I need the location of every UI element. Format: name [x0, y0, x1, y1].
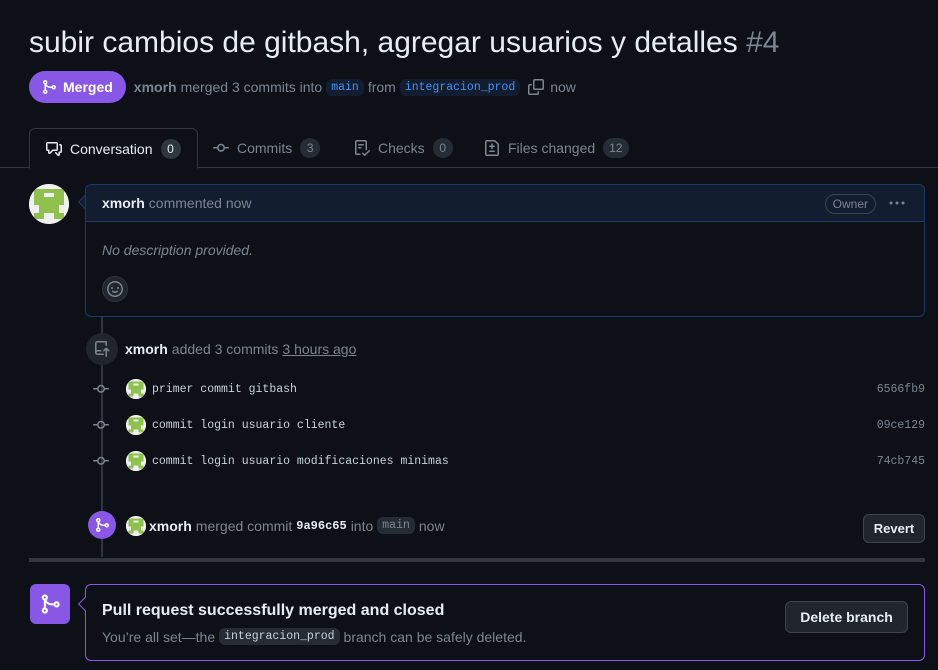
merge-summary-text: merged 3 commits into	[180, 79, 323, 95]
tab-checks-count: 0	[432, 138, 453, 158]
identicon-avatar	[126, 516, 146, 536]
avatar[interactable]	[126, 516, 146, 536]
merged-head-branch[interactable]: integracion_prod	[219, 628, 340, 645]
merged-sub-prefix: You’re all set—the	[102, 628, 216, 645]
git-commit-icon	[93, 456, 109, 465]
comment-discussion-icon	[46, 141, 62, 156]
commit-message-link[interactable]: primer commit gitbash	[152, 383, 297, 396]
tab-files-changed[interactable]: Files changed 12	[468, 128, 645, 168]
commit-sha-link[interactable]: 74cb745	[877, 455, 925, 468]
pr-meta: Merged xmorh merged 3 commits into main …	[29, 71, 576, 103]
delete-branch-button[interactable]: Delete branch	[785, 601, 908, 633]
merged-state-badge: Merged	[29, 71, 126, 103]
tab-conversation[interactable]: Conversation 0	[29, 128, 198, 169]
merge-summary: xmorh merged 3 commits into main from in…	[134, 78, 576, 96]
list-item: primer commit gitbash 6566fb9	[93, 377, 925, 401]
commit-message-link[interactable]: commit login usuario modificaciones mini…	[152, 455, 449, 468]
pr-title-text: subir cambios de gitbash, agregar usuari…	[29, 26, 738, 59]
comment-author[interactable]: xmorh	[102, 195, 145, 211]
commits-event-action: added 3 commits	[171, 341, 279, 357]
tab-conversation-count: 0	[160, 138, 181, 159]
commits-event-time[interactable]: 3 hours ago	[282, 341, 356, 357]
git-commit-icon	[213, 143, 229, 152]
merged-card-title: Pull request successfully merged and clo…	[102, 602, 445, 619]
commit-message-link[interactable]: commit login usuario cliente	[152, 419, 345, 432]
comment-box: xmorh commented now Owner No description…	[85, 184, 925, 317]
merged-card: Pull request successfully merged and clo…	[85, 584, 925, 661]
tab-files-changed-label: Files changed	[508, 140, 596, 156]
file-diff-icon	[485, 140, 499, 156]
avatar[interactable]	[126, 451, 146, 471]
git-commit-icon	[93, 384, 109, 393]
identicon-avatar	[29, 184, 69, 224]
merge-time: now	[550, 79, 576, 95]
smiley-icon	[107, 281, 123, 297]
repo-push-event-icon	[86, 333, 118, 365]
commits-event-author[interactable]: xmorh	[125, 341, 168, 357]
merge-event-icon	[88, 511, 116, 539]
comment-body: No description provided.	[102, 242, 253, 258]
comment-action: commented now	[148, 195, 252, 211]
commit-sha-link[interactable]: 6566fb9	[877, 383, 925, 396]
merge-target-branch[interactable]: main	[377, 517, 415, 534]
merge-event-author[interactable]: xmorh	[149, 518, 192, 534]
avatar[interactable]	[126, 379, 146, 399]
repo-push-icon	[95, 341, 110, 357]
comment-header: xmorh commented now	[86, 185, 924, 222]
tab-checks[interactable]: Checks 0	[338, 128, 469, 168]
add-reaction-button[interactable]	[102, 276, 128, 302]
merged-card-subtitle: You’re all set—the integracion_prod bran…	[102, 628, 526, 645]
author-link[interactable]: xmorh	[134, 79, 177, 95]
commits-added-event: xmorh added 3 commits 3 hours ago	[125, 341, 356, 357]
owner-badge: Owner	[824, 194, 876, 214]
tab-commits[interactable]: Commits 3	[197, 128, 336, 168]
identicon-avatar	[126, 415, 146, 435]
pr-number: #4	[746, 26, 780, 59]
tab-commits-label: Commits	[237, 140, 293, 156]
git-merge-icon	[43, 80, 57, 94]
merge-event: xmorh merged commit 9a96c65 into main no…	[149, 517, 445, 534]
head-branch[interactable]: integracion_prod	[399, 78, 521, 96]
kebab-horizontal-icon[interactable]	[888, 195, 906, 211]
merged-status-icon	[30, 584, 70, 624]
copy-icon[interactable]	[528, 79, 545, 95]
identicon-avatar	[126, 451, 146, 471]
merge-event-into: into	[350, 517, 374, 534]
avatar[interactable]	[29, 184, 69, 224]
timeline-divider	[29, 558, 925, 562]
tab-conversation-label: Conversation	[70, 140, 153, 157]
merge-event-action: merged commit	[195, 517, 293, 534]
merge-commit-sha[interactable]: 9a96c65	[296, 519, 346, 533]
pr-tabs: Conversation 0 Commits 3 Checks 0 Files …	[0, 128, 938, 169]
merged-sub-suffix: branch can be safely deleted.	[343, 628, 527, 645]
list-item: commit login usuario modificaciones mini…	[93, 449, 925, 473]
tab-commits-count: 3	[300, 138, 321, 158]
merged-state-label: Merged	[63, 79, 113, 95]
tab-files-changed-count: 12	[603, 138, 629, 158]
list-item: commit login usuario cliente 09ce129	[93, 413, 925, 437]
revert-button[interactable]: Revert	[863, 514, 925, 543]
merge-event-time: now	[418, 517, 445, 534]
git-commit-icon	[93, 420, 109, 429]
commit-sha-link[interactable]: 09ce129	[877, 419, 925, 432]
avatar[interactable]	[126, 415, 146, 435]
checklist-icon	[355, 140, 370, 156]
from-text: from	[367, 79, 396, 95]
base-branch[interactable]: main	[326, 78, 364, 96]
tab-checks-label: Checks	[378, 140, 425, 156]
pr-title: subir cambios de gitbash, agregar usuari…	[29, 26, 779, 60]
git-merge-icon	[96, 518, 110, 532]
identicon-avatar	[126, 379, 146, 399]
git-merge-icon	[41, 594, 60, 614]
